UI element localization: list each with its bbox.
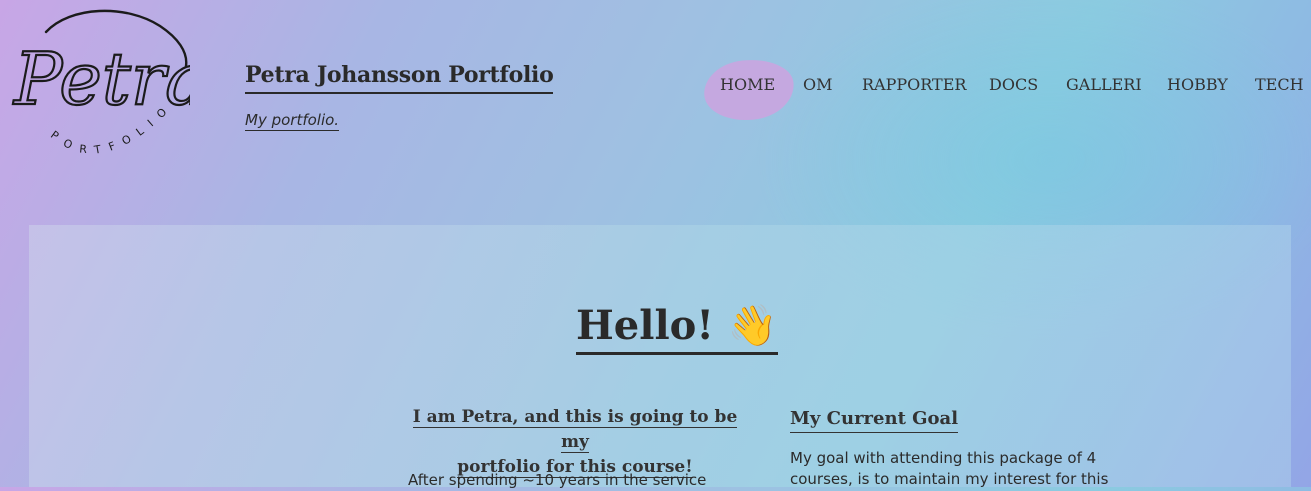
nav-item-galleri[interactable]: GALLERI — [1066, 60, 1142, 110]
site-logo[interactable]: Petras PORTFOLIO — [8, 8, 190, 168]
nav-item-tech[interactable]: TECH — [1255, 60, 1304, 110]
goal-heading: My Current Goal — [790, 406, 959, 433]
hello-heading: Hello! 👋 — [576, 300, 778, 355]
nav-item-home[interactable]: HOME — [720, 60, 775, 110]
intro-heading: I am Petra, and this is going to be my p… — [408, 405, 742, 480]
site-tagline: My portfolio. — [245, 111, 340, 131]
nav-item-om[interactable]: OM — [803, 60, 833, 110]
goal-text: My goal with attending this package of 4… — [790, 449, 1109, 488]
nav-item-rapporter[interactable]: RAPPORTER — [862, 60, 966, 110]
nav-item-docs[interactable]: DOCS — [989, 60, 1038, 110]
intro-heading-line-1: I am Petra, and this is going to be my — [412, 407, 738, 453]
nav-item-hobby[interactable]: HOBBY — [1167, 60, 1228, 110]
site-title-link[interactable]: Petra Johansson Portfolio — [245, 60, 554, 94]
intro-text: After spending ~10 years in the service — [408, 471, 707, 489]
